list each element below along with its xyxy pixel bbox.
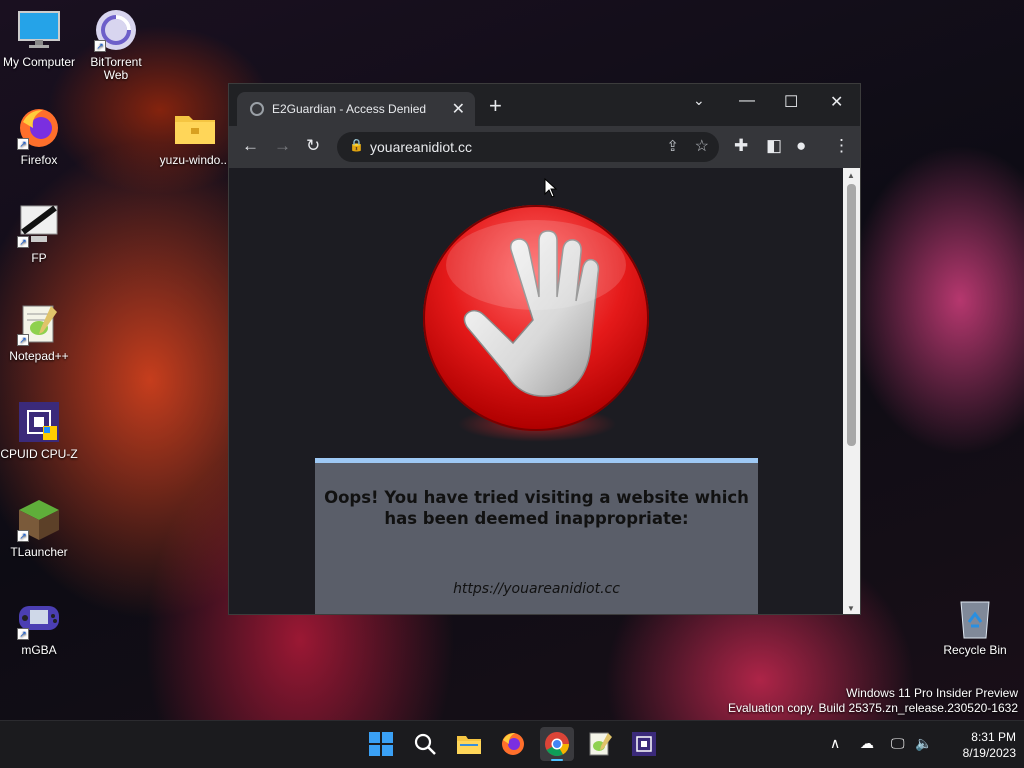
watermark-line-1: Windows 11 Pro Insider Preview: [846, 686, 1018, 700]
taskbar-clock[interactable]: 8:31 PM 8/19/2023: [963, 729, 1016, 761]
desktop-icon-label: CPUID CPU-Z: [0, 447, 78, 461]
clock-date: 8/19/2023: [962, 746, 1016, 760]
tab-search-chevron-icon[interactable]: ⌄: [693, 92, 705, 109]
taskbar: ∧ ☁ 🖵 🔈 8:31 PM 8/19/2023: [0, 720, 1024, 768]
browser-tab[interactable]: E2Guardian - Access Denied ✕: [237, 92, 475, 126]
tab-strip: E2Guardian - Access Denied ✕ + ⌄ — ☐ ✕: [229, 84, 860, 126]
windows-logo-icon: [369, 732, 393, 756]
vertical-scrollbar[interactable]: ▲ ▼: [843, 168, 860, 614]
shortcut-arrow-icon: ↗: [17, 138, 29, 150]
lock-icon: 🔒: [349, 138, 364, 152]
address-bar[interactable]: 🔒 youareanidiot.cc ⇪ ☆: [337, 132, 719, 162]
desktop-icon-my-computer[interactable]: My Computer: [0, 8, 78, 69]
access-denied-heading: Oops! You have tried visiting a website …: [324, 488, 749, 528]
gameboy-advance-icon: ↗: [17, 596, 61, 640]
desktop-icon-label: Firefox: [20, 153, 58, 167]
monitor-icon: [17, 8, 61, 52]
maximize-button[interactable]: ☐: [784, 92, 798, 112]
chrome-taskbar-button[interactable]: [540, 727, 574, 761]
back-button[interactable]: ←: [242, 136, 259, 156]
desktop-icon-label: Notepad++: [9, 349, 69, 363]
reload-button[interactable]: ↻: [306, 136, 320, 156]
recycle-bin-icon: [953, 596, 997, 640]
menu-kebab-icon[interactable]: ⋮: [833, 136, 850, 156]
scroll-up-arrow-icon[interactable]: ▲: [847, 171, 855, 180]
access-denied-message-box: Oops! You have tried visiting a website …: [315, 458, 758, 614]
minecraft-block-icon: ↗: [17, 498, 61, 542]
volume-icon[interactable]: 🔈: [915, 735, 932, 752]
forward-button[interactable]: →: [274, 136, 291, 156]
windows-watermark: Windows 11 Pro Insider Preview Evaluatio…: [728, 686, 1018, 716]
search-icon: [414, 733, 436, 755]
desktop-icon-cpuid-cpu-z[interactable]: CPUID CPU-Z: [0, 400, 78, 461]
desktop-icon-label: FP: [31, 251, 47, 265]
browser-toolbar: ← → ↻ 🔒 youareanidiot.cc ⇪ ☆ ✚ ◧ ● ⋮: [229, 126, 860, 168]
show-hidden-icons-chevron[interactable]: ∧: [830, 735, 840, 752]
profile-avatar-icon[interactable]: ●: [796, 136, 806, 156]
mouse-cursor-icon: [544, 178, 558, 198]
bittorrent-icon: ↗: [94, 8, 138, 52]
notepad-plus-plus-taskbar-button[interactable]: [587, 731, 613, 757]
close-tab-icon[interactable]: ✕: [452, 99, 465, 119]
folder-icon: [173, 106, 217, 150]
shortcut-arrow-icon: ↗: [17, 236, 29, 248]
scroll-down-arrow-icon[interactable]: ▼: [847, 604, 855, 613]
browser-window[interactable]: E2Guardian - Access Denied ✕ + ⌄ — ☐ ✕ ←…: [228, 83, 861, 615]
search-button[interactable]: [412, 731, 438, 757]
cpu-z-taskbar-button[interactable]: [631, 731, 657, 757]
stop-hand-icon: [423, 205, 649, 431]
new-tab-button[interactable]: +: [489, 95, 502, 117]
desktop-icon-yuzu-folder[interactable]: yuzu-windo...: [156, 106, 234, 167]
onedrive-offline-icon[interactable]: ☁: [860, 735, 874, 752]
bookmark-star-icon[interactable]: ☆: [695, 136, 709, 156]
folder-icon: [457, 736, 481, 754]
desktop-icon-label: BitTorrent Web: [90, 55, 142, 82]
side-panel-icon[interactable]: ◧: [766, 136, 782, 156]
desktop-icon-tlauncher[interactable]: ↗ TLauncher: [0, 498, 78, 559]
desktop-icon-recycle-bin[interactable]: Recycle Bin: [936, 596, 1014, 657]
network-icon[interactable]: 🖵: [891, 735, 905, 752]
desktop-icon-label: Recycle Bin: [943, 643, 1007, 657]
start-button[interactable]: [368, 731, 394, 757]
minimize-button[interactable]: —: [739, 92, 755, 110]
notepad-plus-plus-icon: ↗: [17, 302, 61, 346]
tab-title: E2Guardian - Access Denied: [272, 102, 427, 116]
desktop-icon-firefox[interactable]: ↗ Firefox: [0, 106, 78, 167]
shortcut-arrow-icon: ↗: [94, 40, 106, 52]
extensions-puzzle-icon[interactable]: ✚: [734, 136, 748, 156]
watermark-line-2: Evaluation copy. Build 25375.zn_release.…: [728, 701, 1018, 715]
blocked-url-text: https://youareanidiot.cc: [453, 581, 620, 597]
desktop-icon-label: TLauncher: [10, 545, 68, 559]
desktop-icon-notepad-plus-plus[interactable]: ↗ Notepad++: [0, 302, 78, 363]
desktop-icon-label: mGBA: [21, 643, 57, 657]
shortcut-arrow-icon: ↗: [17, 628, 29, 640]
desktop-icon-bittorrent-web[interactable]: ↗ BitTorrent Web: [77, 8, 155, 82]
chrome-icon: [545, 732, 569, 761]
address-url: youareanidiot.cc: [370, 139, 472, 155]
fp-monitor-icon: ↗: [17, 204, 61, 248]
notepad-plus-plus-icon: [589, 732, 612, 756]
desktop-icon-label: yuzu-windo...: [159, 153, 231, 167]
firefox-taskbar-button[interactable]: [500, 731, 526, 757]
desktop-icon-label: My Computer: [2, 55, 76, 69]
firefox-icon: [502, 733, 524, 755]
share-icon[interactable]: ⇪: [666, 137, 679, 155]
shortcut-arrow-icon: ↗: [17, 530, 29, 542]
cpu-z-icon: [17, 400, 61, 444]
page-content: Oops! You have tried visiting a website …: [229, 168, 844, 614]
cpu-z-icon: [632, 732, 656, 756]
clock-time: 8:31 PM: [971, 730, 1016, 744]
file-explorer-button[interactable]: [456, 731, 482, 757]
close-window-button[interactable]: ✕: [830, 92, 843, 112]
desktop-icon-fp[interactable]: ↗ FP: [0, 204, 78, 265]
shortcut-arrow-icon: ↗: [17, 334, 29, 346]
scrollbar-thumb[interactable]: [847, 184, 856, 446]
desktop-icon-mgba[interactable]: ↗ mGBA: [0, 596, 78, 657]
firefox-icon: ↗: [17, 106, 61, 150]
globe-icon: [250, 102, 264, 116]
